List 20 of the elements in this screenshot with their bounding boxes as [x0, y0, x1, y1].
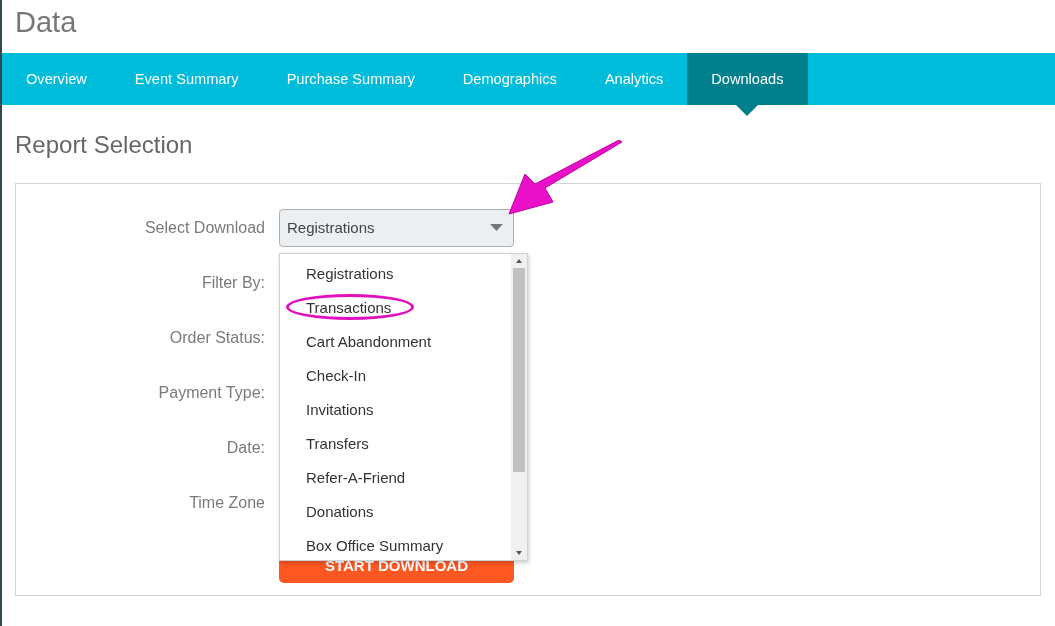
field-label: Select Download [143, 218, 266, 237]
dropdown-option[interactable]: Check-In [280, 358, 511, 393]
scrollbar-thumb[interactable] [513, 267, 525, 472]
dropdown-option[interactable]: Transfers [280, 426, 511, 461]
tab-pointer [736, 105, 759, 116]
dropdown-option[interactable]: Registrations [280, 256, 511, 291]
dropdown-option[interactable]: Cart Abandonment [280, 324, 511, 359]
dropdown-option[interactable]: Invitations [280, 392, 511, 427]
dropdown-option[interactable]: Refer-A-Friend [280, 460, 511, 495]
field-label: Filter By: [200, 273, 266, 292]
field-label: Payment Type: [157, 383, 266, 402]
caret-icon [490, 224, 503, 231]
field-label: Time Zone [188, 493, 266, 512]
field-label: Date: [225, 438, 266, 457]
field-label: Order Status: [168, 328, 266, 347]
dropdown-option[interactable]: Transactions [280, 290, 511, 325]
page-title: Data [14, 5, 78, 40]
download-select[interactable]: Registrations [279, 208, 514, 247]
section-title: Report Selection [15, 130, 193, 160]
dropdown-option[interactable]: Donations [280, 494, 511, 529]
